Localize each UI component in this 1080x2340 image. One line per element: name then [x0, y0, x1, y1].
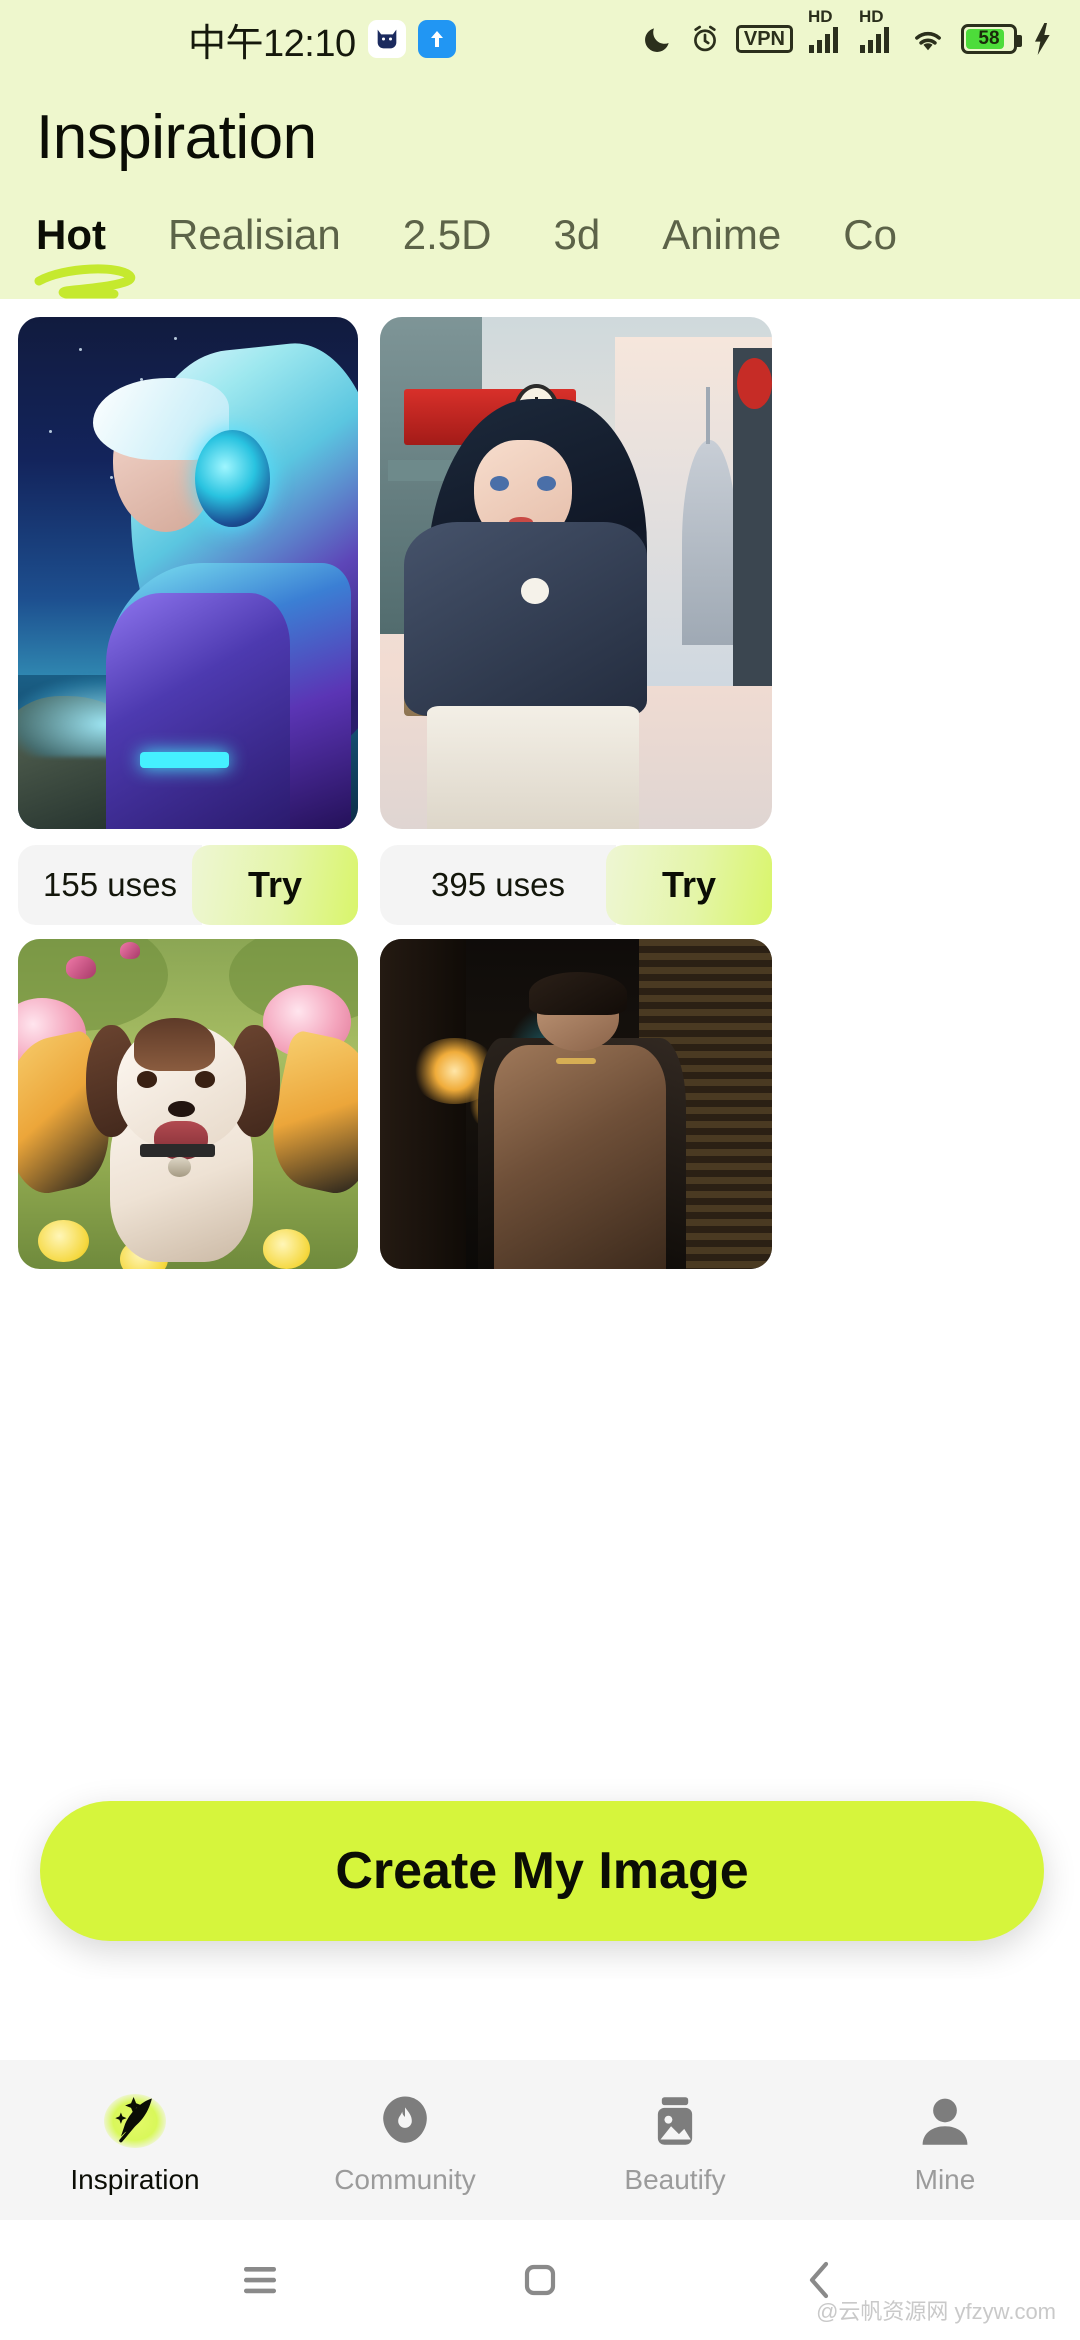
app-header: Inspiration — [0, 78, 1080, 173]
gallery-card[interactable] — [18, 939, 358, 1269]
home-square-icon[interactable] — [500, 2240, 580, 2320]
gallery-column-2: 395 uses Try — [380, 317, 772, 1283]
nav-item-community[interactable]: Community — [270, 2084, 540, 2196]
tab-comic[interactable]: Co — [843, 211, 897, 269]
card-uses-count: 155 uses — [18, 845, 202, 925]
gallery-scroll-area[interactable]: 155 uses Try 395 uses Try Create My Imag… — [0, 299, 1080, 1979]
battery-icon: 58 — [961, 24, 1022, 54]
recents-menu-icon[interactable] — [220, 2240, 300, 2320]
cat-badge-icon — [367, 20, 406, 58]
nav-label-mine: Mine — [914, 2164, 976, 2195]
nav-item-beautify[interactable]: Beautify — [540, 2084, 810, 2196]
nav-label-beautify: Beautify — [624, 2164, 726, 2195]
nav-item-inspiration[interactable]: Inspiration — [0, 2084, 270, 2196]
card-try-button[interactable]: Try — [606, 845, 772, 925]
status-time: 中午12:10 — [188, 22, 356, 65]
tab-2-5d[interactable]: 2.5D — [403, 211, 492, 269]
bottom-navigation-bar[interactable]: Inspiration Community Beautify Mine — [0, 2060, 1080, 2220]
card-uses-count: 395 uses — [380, 845, 616, 925]
android-navigation-bar[interactable]: @云帆资源网 yfzyw.com — [0, 2220, 1080, 2340]
vpn-icon: VPN — [735, 25, 793, 53]
card-meta: 395 uses Try — [380, 845, 772, 925]
create-my-image-button[interactable]: Create My Image — [40, 1801, 1044, 1941]
tab-anime[interactable]: Anime — [662, 211, 781, 269]
feather-sparkle-icon — [98, 2084, 172, 2158]
card-try-button[interactable]: Try — [192, 845, 358, 925]
gallery-grid: 155 uses Try 395 uses Try — [0, 299, 1080, 1283]
photo-jar-icon — [638, 2084, 712, 2158]
status-bar-right: VPN HD HD 58 — [642, 7, 1054, 55]
person-icon — [908, 2084, 982, 2158]
nav-item-mine[interactable]: Mine — [810, 2084, 1080, 2196]
hd-signal-icon-2: HD — [859, 7, 895, 54]
tab-2-5d-label: 2.5D — [402, 211, 492, 258]
gallery-card[interactable]: 395 uses Try — [380, 317, 772, 925]
watermark: @云帆资源网 yfzyw.com — [816, 2299, 1056, 2324]
nav-label-community: Community — [334, 2164, 476, 2195]
charging-bolt-icon — [1032, 23, 1054, 55]
status-bar: 中午12:10 VPN HD HD 58 — [0, 0, 1080, 78]
tab-hot[interactable]: Hot — [34, 211, 136, 299]
tab-realisian-label: Realisian — [167, 211, 341, 258]
active-tab-underline-icon — [34, 264, 136, 299]
card-thumbnail-cyber-girl[interactable] — [18, 317, 358, 829]
gallery-card[interactable] — [380, 939, 772, 1269]
tab-comic-label: Co — [843, 211, 897, 258]
tab-anime-label: Anime — [662, 211, 782, 258]
status-bar-left: 中午12:10 — [188, 12, 456, 67]
card-meta: 155 uses Try — [18, 845, 358, 925]
card-thumbnail-anime-girl[interactable] — [380, 317, 772, 829]
card-thumbnail-man-alley[interactable] — [380, 939, 772, 1269]
gallery-card[interactable]: 155 uses Try — [18, 317, 358, 925]
tab-hot-label: Hot — [36, 211, 106, 258]
tab-3d-label: 3d — [553, 211, 601, 258]
tab-realisian[interactable]: Realisian — [168, 211, 341, 269]
gallery-column-1: 155 uses Try — [18, 317, 358, 1283]
cta-container: Create My Image — [0, 1779, 1080, 1979]
page-title: Inspiration — [36, 103, 317, 172]
hd-signal-icon: HD — [808, 7, 844, 54]
nav-label-inspiration: Inspiration — [70, 2164, 200, 2195]
alarm-icon — [689, 23, 721, 55]
wifi-icon — [910, 24, 946, 54]
card-thumbnail-puppy[interactable] — [18, 939, 358, 1269]
tab-3d[interactable]: 3d — [553, 211, 600, 269]
category-tab-bar[interactable]: Hot Realisian 2.5D 3d Anime Co — [0, 173, 1080, 299]
flame-bubble-icon — [368, 2084, 442, 2158]
upload-arrow-icon — [417, 20, 456, 58]
moon-icon — [642, 23, 674, 55]
